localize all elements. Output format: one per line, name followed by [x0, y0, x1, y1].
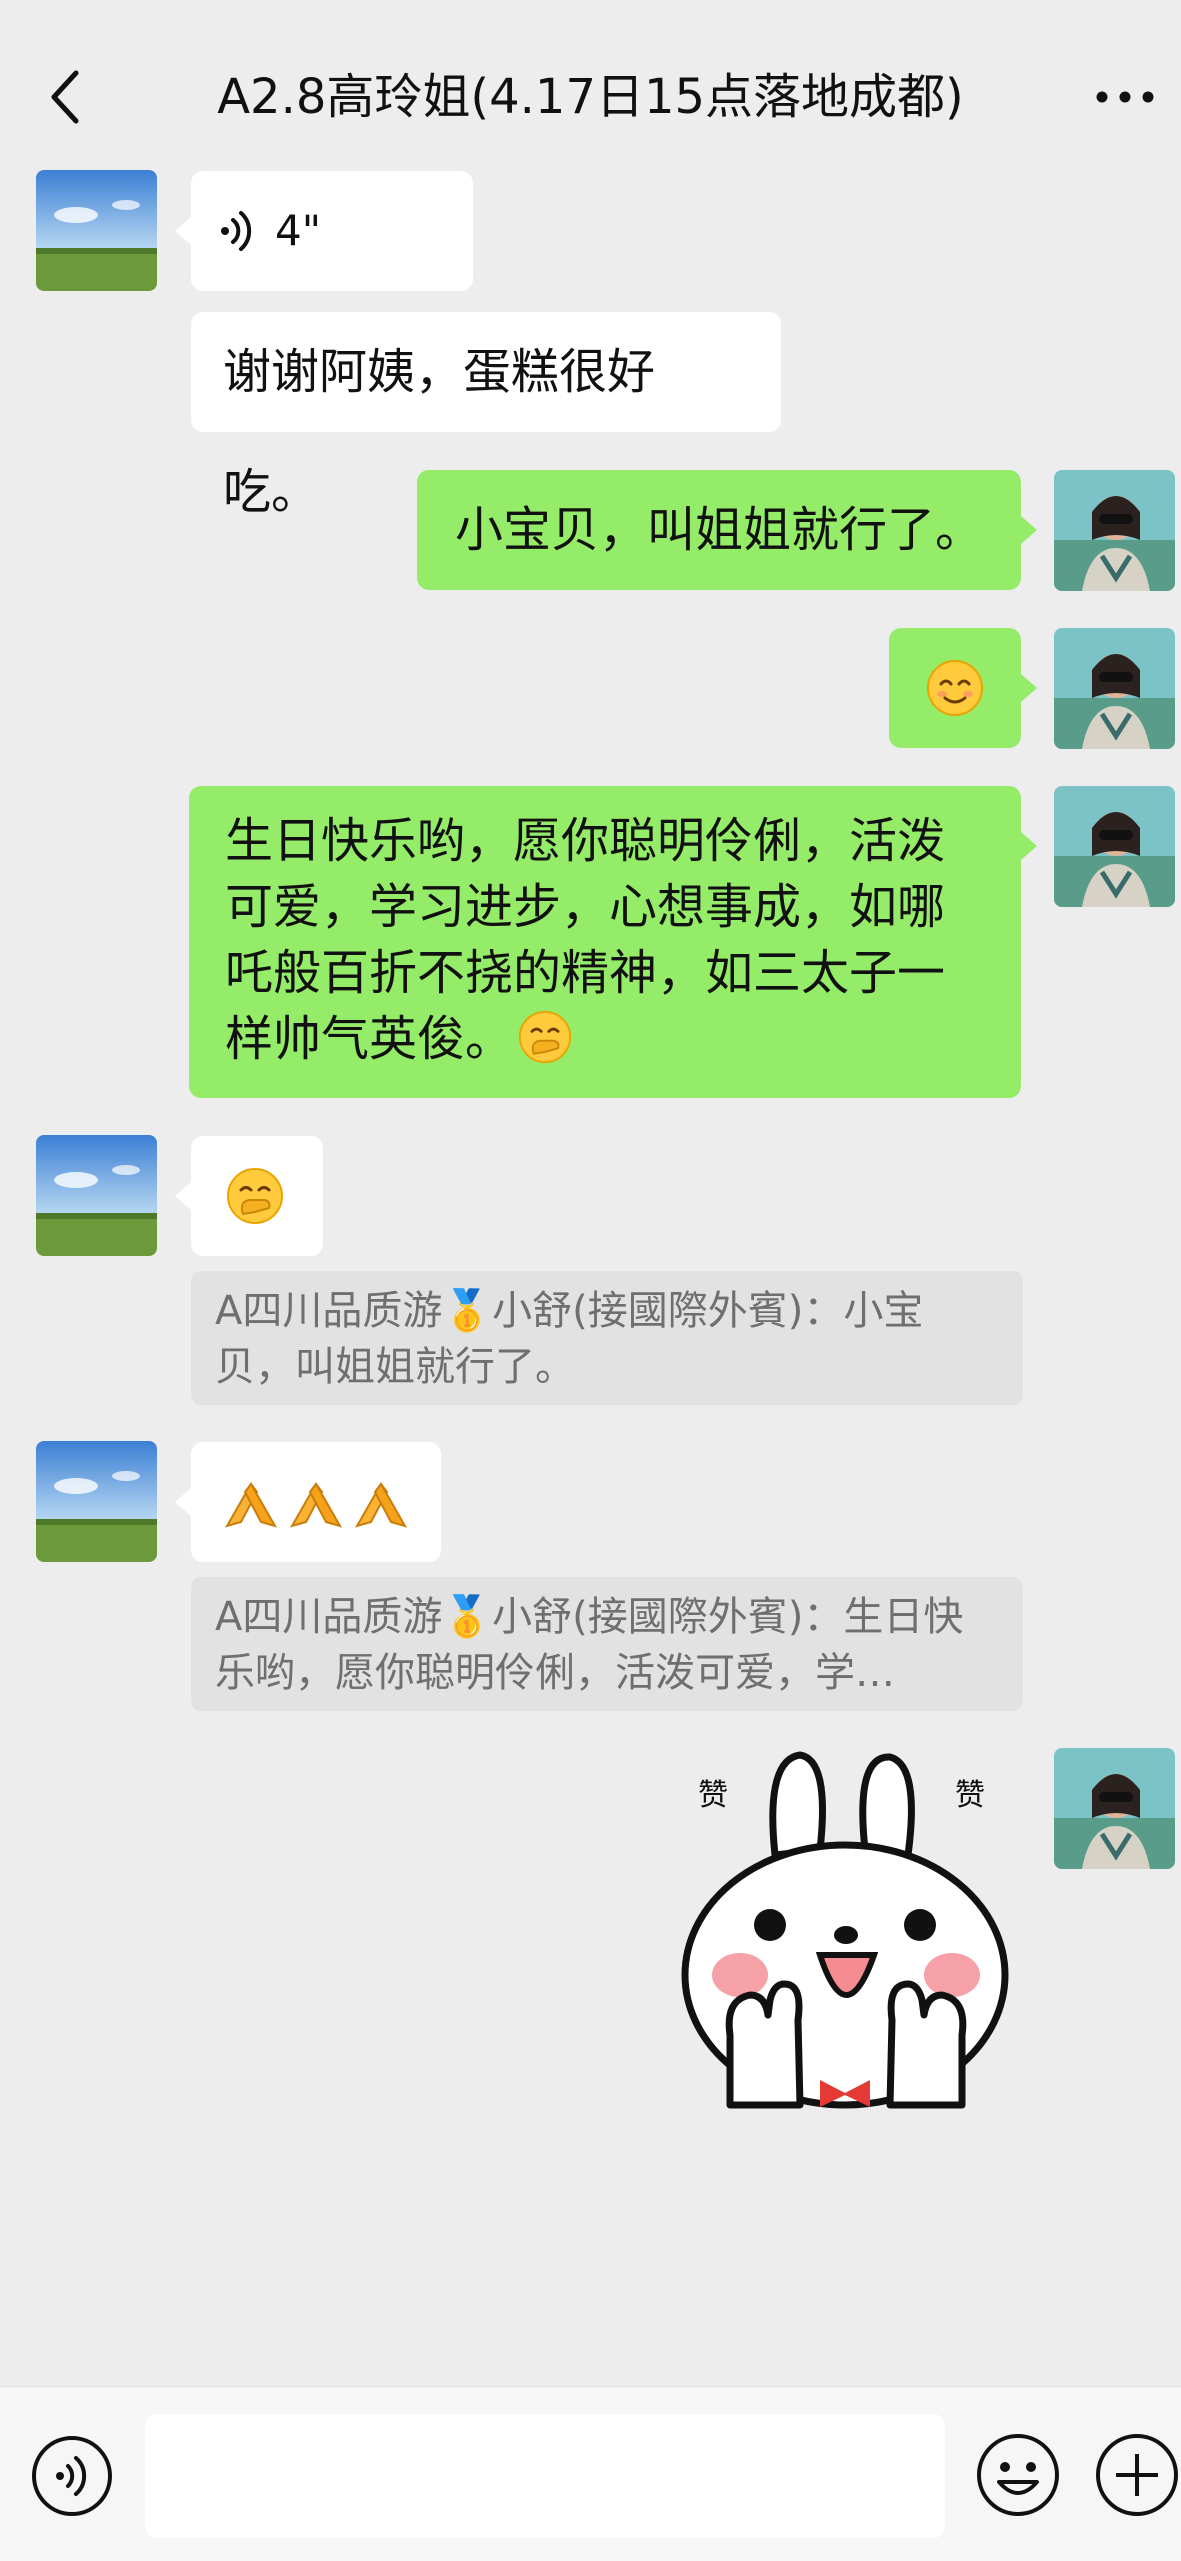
chat-title: A2.8高玲姐(4.17日15点落地成都): [217, 69, 964, 125]
voice-duration: 4": [275, 206, 322, 255]
chat-header: A2.8高玲姐(4.17日15点落地成都): [0, 0, 1181, 170]
folded-hands-emoji-icon: [289, 1482, 343, 1528]
hand-over-mouth-emoji-icon: [227, 1168, 283, 1224]
voice-icon: [221, 211, 252, 251]
contact-avatar[interactable]: [36, 1135, 157, 1256]
folded-hands-emoji-icon: [354, 1482, 408, 1528]
quoted-message[interactable]: A四川品质游🥇小舒(接國際外賓)：生日快乐哟，愿你聪明伶俐，活泼可爱，学…: [191, 1577, 1023, 1711]
folded-hands-emoji-icon: [224, 1482, 278, 1528]
contact-avatar[interactable]: [36, 1441, 157, 1562]
my-avatar[interactable]: [1054, 470, 1175, 591]
contact-avatar[interactable]: [36, 170, 157, 291]
voice-input-button[interactable]: [30, 2434, 114, 2518]
quoted-text: A四川品质游🥇小舒(接國際外賓)：生日快乐哟，愿你聪明伶俐，活泼可爱，学…: [215, 1594, 964, 1696]
sticker-text-left: 赞: [698, 1778, 728, 1813]
my-avatar[interactable]: [1054, 628, 1175, 749]
bunny-thumbs-up-sticker[interactable]: 赞 赞: [670, 1745, 1020, 2115]
more-dots-icon: [1096, 91, 1154, 103]
back-button[interactable]: [40, 62, 90, 132]
message-text: 生日快乐哟，愿你聪明伶俐，活泼可爱，学习进步，心想事成，如哪吒般百折不挠的精神，…: [225, 813, 946, 1067]
voice-message-bubble[interactable]: 4": [175, 171, 473, 291]
message-input[interactable]: [145, 2414, 945, 2538]
hand-over-mouth-emoji-icon: [518, 1010, 572, 1064]
message-text: 小宝贝，叫姐姐就行了。: [454, 502, 983, 558]
message-bubble-self[interactable]: 小宝贝，叫姐姐就行了。: [417, 470, 1037, 590]
emoji-message-bubble[interactable]: [175, 1442, 441, 1562]
emoji-button[interactable]: [975, 2432, 1061, 2518]
message-bubble-self[interactable]: 生日快乐哟，愿你聪明伶俐，活泼可爱，学习进步，心想事成，如哪吒般百折不挠的精神，…: [189, 786, 1037, 1098]
message-bubble[interactable]: 谢谢阿姨，蛋糕很好吃。: [191, 312, 781, 520]
quoted-message[interactable]: A四川品质游🥇小舒(接國際外賓)：小宝贝，叫姐姐就行了。: [191, 1271, 1023, 1405]
more-button[interactable]: [1085, 62, 1165, 132]
my-avatar[interactable]: [1054, 1748, 1175, 1869]
plus-icon: [1096, 2434, 1178, 2516]
sticker-text-right: 赞: [955, 1778, 985, 1813]
emoji-message-bubble-self[interactable]: [889, 628, 1037, 748]
emoji-message-bubble[interactable]: [175, 1136, 323, 1256]
quoted-text: A四川品质游🥇小舒(接國際外賓)：小宝贝，叫姐姐就行了。: [215, 1288, 924, 1390]
my-avatar[interactable]: [1054, 786, 1175, 907]
more-functions-button[interactable]: [1094, 2432, 1180, 2518]
chevron-left-icon: [51, 70, 79, 124]
smile-emoji-icon: [927, 660, 983, 716]
emoji-icon: [977, 2434, 1059, 2516]
voice-icon: [32, 2436, 112, 2516]
